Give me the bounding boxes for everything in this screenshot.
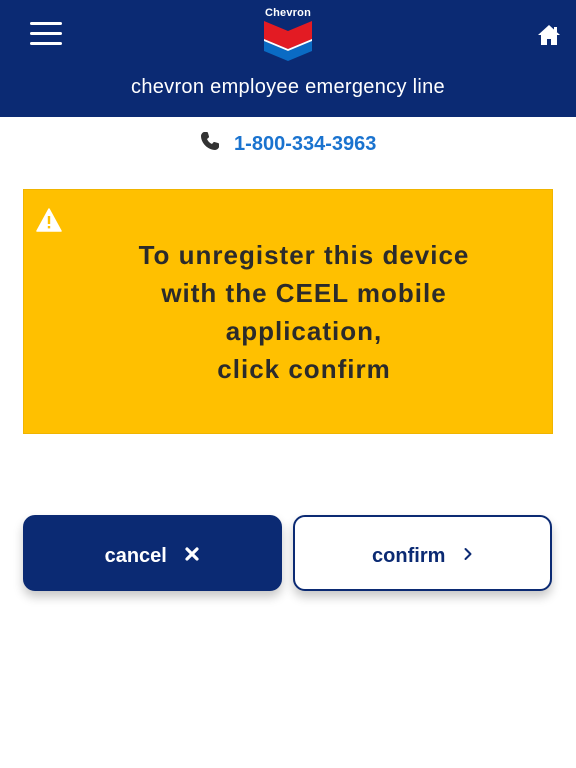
confirm-button-label: confirm	[372, 544, 446, 567]
chevron-hallmark-icon	[264, 21, 312, 61]
app-header: Chevron chevron employee emergency line	[0, 0, 576, 117]
home-button[interactable]	[537, 24, 561, 46]
home-icon	[538, 25, 560, 45]
alert-line: To unregister this device	[138, 240, 470, 270]
alert-line: application,	[225, 316, 383, 346]
chevron-right-icon	[464, 547, 472, 560]
alert-line: click confirm	[217, 354, 391, 384]
phone-row: 1-800-334-3963	[0, 130, 576, 158]
cancel-button-label: cancel	[104, 544, 167, 567]
cancel-button[interactable]: cancel	[23, 515, 282, 591]
alert-message: To unregister this device with the CEEL …	[74, 236, 534, 388]
phone-icon	[200, 132, 219, 150]
chevron-logo: Chevron	[260, 6, 316, 62]
header-subtitle: chevron employee emergency line	[131, 76, 445, 98]
menu-button[interactable]	[30, 22, 62, 46]
logo-text: Chevron	[264, 7, 312, 19]
confirm-button[interactable]: confirm	[293, 515, 552, 591]
warning-triangle-icon	[36, 208, 62, 232]
unregister-alert-box: To unregister this device with the CEEL …	[23, 189, 553, 434]
emergency-phone-link[interactable]: 1-800-334-3963	[234, 130, 376, 158]
alert-line: with the CEEL mobile	[161, 278, 447, 308]
x-icon	[185, 547, 200, 561]
